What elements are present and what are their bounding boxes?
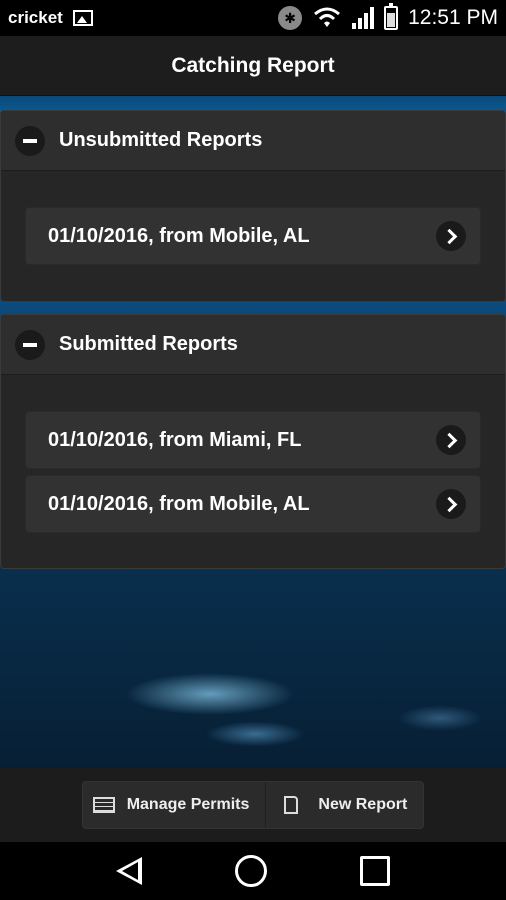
toolbar-button-group: Manage Permits New Report	[81, 781, 425, 829]
app-header: Catching Report	[0, 36, 506, 96]
report-label: 01/10/2016, from Mobile, AL	[48, 492, 310, 515]
system-nav-bar	[0, 842, 506, 900]
new-report-label: New Report	[318, 796, 408, 813]
battery-icon	[384, 3, 399, 30]
signal-icon	[352, 7, 375, 29]
chevron-right-icon	[436, 221, 466, 251]
unsubmitted-reports-header[interactable]: Unsubmitted Reports	[1, 111, 505, 171]
home-icon[interactable]	[234, 855, 267, 887]
bluetooth-icon: ✱	[278, 6, 303, 30]
new-report-button[interactable]: New Report	[265, 782, 423, 828]
wifi-icon	[314, 7, 341, 27]
manage-permits-label: Manage Permits	[126, 796, 250, 813]
document-icon	[284, 796, 299, 814]
back-icon[interactable]	[116, 857, 143, 885]
page-title: Catching Report	[171, 53, 335, 77]
submitted-reports-panel: Submitted Reports 01/10/2016, from Miami…	[0, 314, 506, 569]
status-icons: ✱ 12:51 PM	[278, 3, 498, 30]
list-item[interactable]: 01/10/2016, from Miami, FL	[25, 411, 481, 469]
unsubmitted-reports-list: 01/10/2016, from Mobile, AL	[1, 171, 505, 265]
recent-apps-icon[interactable]	[359, 856, 390, 886]
status-bar: cricket ✱ 12:51 PM	[0, 0, 506, 36]
section-title: Submitted Reports	[59, 333, 238, 355]
image-icon	[72, 10, 93, 26]
section-title: Unsubmitted Reports	[59, 129, 263, 151]
manage-permits-button[interactable]: Manage Permits	[83, 782, 266, 828]
permit-list-icon	[92, 797, 115, 813]
chevron-right-icon	[436, 425, 466, 455]
collapse-icon[interactable]	[15, 125, 45, 156]
report-label: 01/10/2016, from Mobile, AL	[48, 224, 310, 247]
collapse-icon[interactable]	[15, 329, 45, 360]
list-item[interactable]: 01/10/2016, from Mobile, AL	[25, 207, 481, 265]
bottom-toolbar: Manage Permits New Report	[0, 768, 506, 842]
unsubmitted-reports-panel: Unsubmitted Reports 01/10/2016, from Mob…	[0, 110, 506, 302]
clock: 12:51 PM	[408, 6, 498, 29]
submitted-reports-list: 01/10/2016, from Miami, FL 01/10/2016, f…	[1, 375, 505, 533]
list-item[interactable]: 01/10/2016, from Mobile, AL	[25, 475, 481, 533]
submitted-reports-header[interactable]: Submitted Reports	[1, 315, 505, 375]
chevron-right-icon	[436, 489, 466, 519]
main-content: Unsubmitted Reports 01/10/2016, from Mob…	[0, 96, 506, 768]
carrier-name: cricket	[8, 8, 63, 27]
report-label: 01/10/2016, from Miami, FL	[48, 428, 302, 451]
